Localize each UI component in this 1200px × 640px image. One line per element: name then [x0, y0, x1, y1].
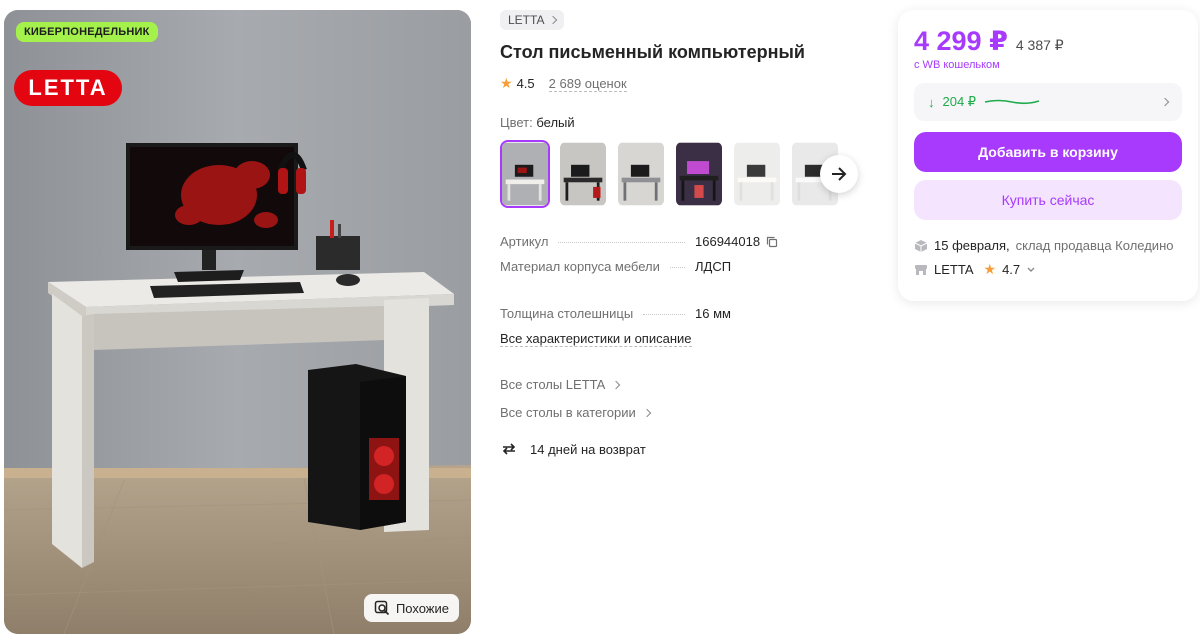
spec-key: Материал корпуса мебели: [500, 259, 660, 274]
chevron-right-icon: [549, 15, 558, 25]
price-trend-icon: [984, 99, 1040, 105]
add-to-cart-button[interactable]: Добавить в корзину: [914, 132, 1182, 172]
spec-row: Толщина столешницы 16 мм: [500, 306, 880, 321]
spec-value: ЛДСП: [695, 259, 732, 274]
price-row: 4 299 ₽ 4 387 ₽: [914, 26, 1182, 57]
product-photo[interactable]: КИБЕРПОНЕДЕЛЬНИК LETTA Похожие: [4, 10, 471, 634]
arrow-right-icon: [832, 167, 847, 181]
article-number: 166944018: [695, 234, 761, 249]
old-price: 4 387 ₽: [1015, 37, 1064, 53]
seller-line[interactable]: LETTA ★ 4.7: [914, 261, 1182, 278]
product-info: LETTA Стол письменный компьютерный ★ 4.5…: [500, 10, 880, 458]
brand-logo: LETTA: [14, 70, 122, 106]
delivery-date: 15 февраля,: [934, 238, 1010, 253]
return-arrows-icon: [502, 443, 516, 455]
color-label: Цвет:: [500, 115, 533, 130]
seller-rating: 4.7: [1002, 262, 1021, 277]
category-links: Все столы LETTA Все столы в категории: [500, 377, 880, 420]
specs-list: Артикул 166944018 Материал корпуса мебел…: [500, 234, 880, 347]
seller-name: LETTA: [934, 262, 974, 277]
cashback-panel[interactable]: ↓ 204 ₽: [914, 83, 1182, 121]
brand-link[interactable]: LETTA: [500, 10, 565, 30]
delivery-place: склад продавца Коледино: [1015, 238, 1174, 253]
arrow-down-icon: ↓: [928, 94, 935, 110]
return-policy-text: 14 дней на возврат: [530, 441, 646, 457]
promo-badge: КИБЕРПОНЕДЕЛЬНИК: [16, 22, 158, 42]
color-value: белый: [536, 115, 575, 130]
spec-key: Артикул: [500, 234, 549, 249]
spec-value: 16 мм: [695, 306, 731, 321]
delivery-info: 15 февраля, склад продавца Коледино LETT…: [914, 238, 1182, 278]
shop-icon: [915, 264, 927, 275]
copy-icon[interactable]: [766, 236, 778, 248]
star-icon: ★: [500, 75, 513, 91]
chevron-down-icon: [1027, 267, 1035, 272]
return-policy: 14 дней на возврат: [500, 440, 880, 458]
brand-link-label: LETTA: [508, 13, 545, 27]
rating-row: ★ 4.5 2 689 оценок: [500, 75, 880, 92]
thumbnail-white-2[interactable]: [732, 140, 782, 208]
similar-label: Похожие: [395, 600, 449, 616]
spec-row: Материал корпуса мебели ЛДСП: [500, 259, 880, 274]
all-specs-link[interactable]: Все характеристики и описание: [500, 331, 692, 347]
spec-row: Артикул 166944018: [500, 234, 880, 249]
link-label: Все столы LETTA: [500, 377, 606, 392]
search-similar-icon: [374, 600, 390, 616]
chevron-right-icon: [612, 380, 621, 389]
thumbnail-black[interactable]: [558, 140, 608, 208]
thumbnail-grey[interactable]: [616, 140, 666, 208]
current-price: 4 299 ₽: [914, 26, 1008, 56]
similar-button[interactable]: Похожие: [363, 594, 459, 622]
all-category-tables-link[interactable]: Все столы в категории: [500, 405, 880, 420]
rating-value: 4.5: [516, 76, 535, 91]
all-brand-tables-link[interactable]: Все столы LETTA: [500, 377, 880, 392]
box-icon: [914, 239, 928, 252]
buy-card: 4 299 ₽ 4 387 ₽ с WB кошельком ↓ 204 ₽ Д…: [898, 10, 1198, 301]
color-row: Цвет: белый: [500, 115, 880, 130]
link-label: Все столы в категории: [500, 405, 636, 420]
wallet-note[interactable]: с WB кошельком: [914, 59, 1182, 71]
spec-key: Толщина столешницы: [500, 306, 634, 321]
buy-now-button[interactable]: Купить сейчас: [914, 180, 1182, 220]
star-icon: ★: [983, 261, 997, 277]
chevron-right-icon: [1160, 97, 1170, 107]
chevron-right-icon: [642, 408, 651, 417]
thumbnails-next-button[interactable]: [820, 155, 858, 193]
delivery-line: 15 февраля, склад продавца Коледино: [914, 238, 1182, 253]
cashback-amount: 204 ₽: [942, 94, 977, 109]
thumbnail-gaming[interactable]: [674, 140, 724, 208]
reviews-link[interactable]: 2 689 оценок: [548, 76, 627, 92]
thumbnail-white[interactable]: [500, 140, 550, 208]
product-title: Стол письменный компьютерный: [500, 42, 805, 62]
color-thumbnails: [500, 140, 880, 208]
